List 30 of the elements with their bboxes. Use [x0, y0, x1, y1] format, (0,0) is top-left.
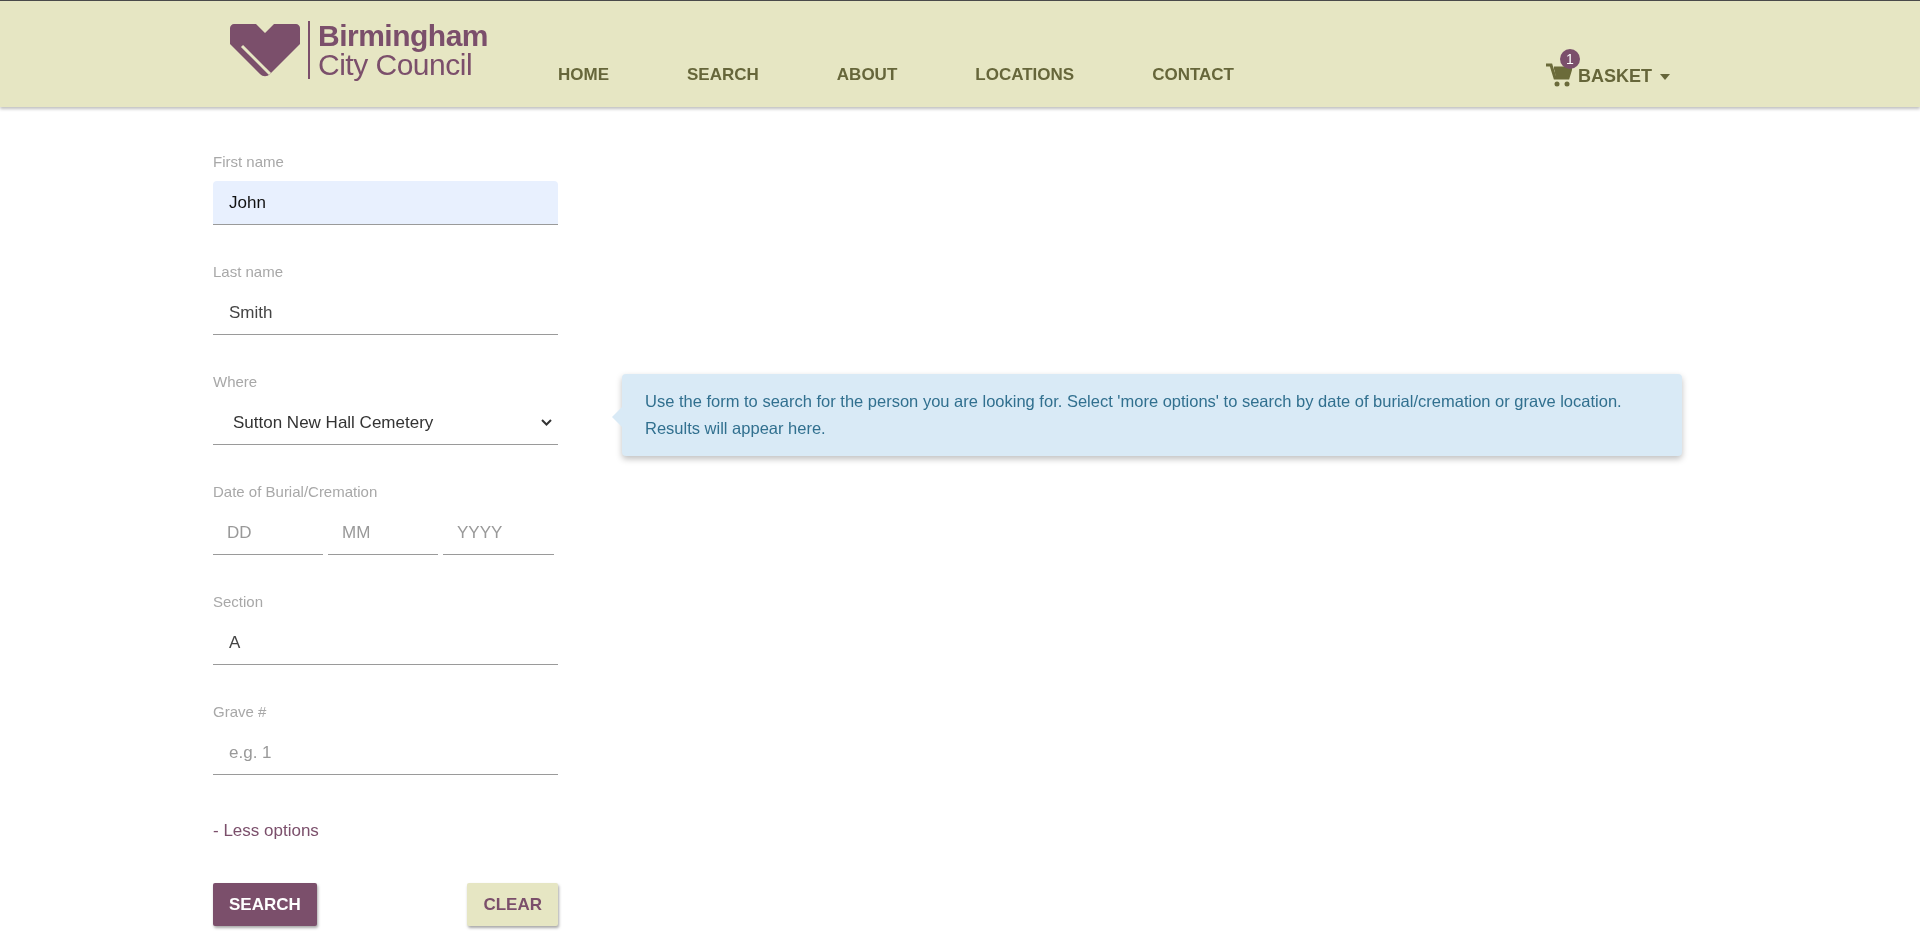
nav-link[interactable]: ABOUT [836, 65, 898, 85]
input-field[interactable]: John [213, 181, 558, 225]
dropdown-field[interactable]: Sutton New Hall Cemetery [213, 401, 558, 445]
chevron-down-icon [541, 419, 552, 426]
field-label: Date of Burial/Cremation [213, 483, 379, 501]
info-tooltip: Use the form to search for the person you are looking for. Select 'more options' to search by date of burial/cremation or grave location. Results will appear here. [622, 374, 1682, 456]
date-input-field[interactable]: YYYY [443, 511, 554, 555]
heart-logo-icon [230, 22, 300, 78]
input-field[interactable]: e.g. 1 [213, 731, 558, 775]
field-label: Grave # [213, 703, 268, 721]
field-label: Section [213, 593, 265, 611]
less-options-link[interactable]: - Less options [213, 821, 319, 841]
search-button[interactable]: SEARCH [213, 883, 317, 926]
date-input-field[interactable]: MM [328, 511, 438, 555]
date-input-field[interactable]: DD [213, 511, 323, 555]
input-field[interactable]: Smith [213, 291, 558, 335]
basket-dropdown[interactable]: BASKET [1578, 66, 1670, 87]
nav-link[interactable]: HOME [558, 65, 610, 85]
cart-icon[interactable] [1546, 63, 1572, 87]
input-field[interactable]: A [213, 621, 558, 665]
nav-link[interactable]: SEARCH [687, 65, 759, 85]
logo-text: Birmingham [318, 21, 489, 50]
caret-icon [1660, 73, 1670, 80]
nav-link[interactable]: LOCATIONS [975, 65, 1075, 85]
nav-link[interactable]: CONTACT [1152, 65, 1234, 85]
field-label: Last name [213, 263, 285, 281]
clear-button[interactable]: CLEAR [467, 883, 558, 926]
field-label: First name [213, 153, 285, 171]
field-label: Where [213, 373, 259, 391]
basket-count-badge: 1 [1560, 49, 1580, 69]
